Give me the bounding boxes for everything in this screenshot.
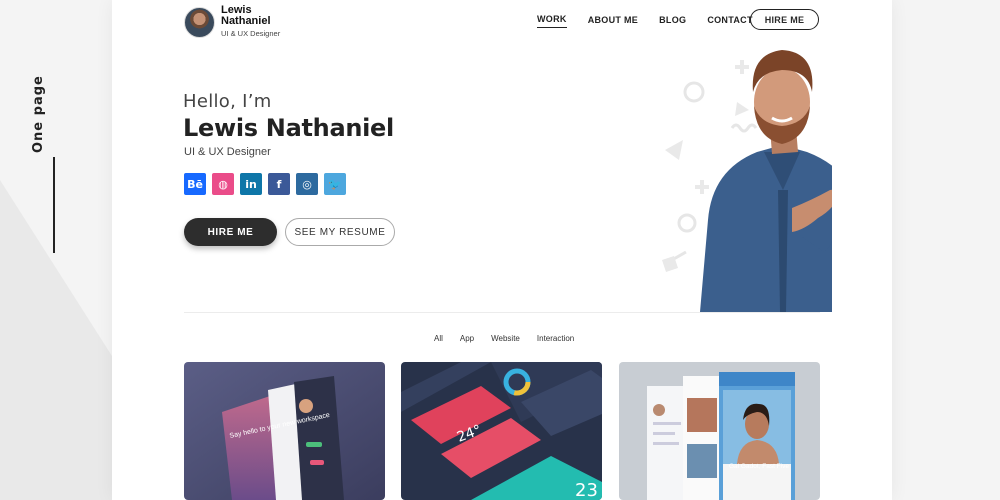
filter-all[interactable]: All: [434, 334, 443, 343]
one-page-text: One page: [31, 75, 46, 153]
portfolio-filters: All App Website Interaction: [434, 334, 591, 343]
page-card: Lewis Nathaniel UI & UX Designer WORK AB…: [112, 0, 892, 500]
instagram-icon[interactable]: ◎: [296, 173, 318, 195]
side-vertical-line: [53, 157, 55, 253]
main-nav: WORK ABOUT ME BLOG CONTACT: [537, 14, 774, 28]
portfolio-item-1-image: Say hello to your new workspace: [184, 362, 385, 500]
twitter-icon[interactable]: 🐦: [324, 173, 346, 195]
dribbble-icon[interactable]: ◍: [212, 173, 234, 195]
hero-portrait-illustration: [662, 50, 832, 312]
nav-contact[interactable]: CONTACT: [707, 15, 752, 28]
social-links: Bē ◍ in f ◎ 🐦: [184, 173, 352, 195]
thumb2-number: 23: [575, 480, 598, 500]
brand-role: UI & UX Designer: [221, 29, 281, 38]
filter-interaction[interactable]: Interaction: [537, 334, 574, 343]
portfolio-item-3-image: Gal Gadot, Fast Five: [619, 362, 820, 500]
brand-name: Lewis Nathaniel: [221, 4, 271, 27]
hero-greeting: Hello, I’m: [183, 91, 272, 112]
one-page-side-label: One page: [23, 75, 83, 255]
nav-blog[interactable]: BLOG: [659, 15, 686, 28]
portfolio-item-2[interactable]: 24° 23: [401, 362, 602, 500]
nav-work[interactable]: WORK: [537, 14, 567, 28]
portfolio-item-3[interactable]: Gal Gadot, Fast Five: [619, 362, 820, 500]
see-my-resume-button[interactable]: SEE MY RESUME: [285, 218, 395, 246]
linkedin-icon[interactable]: in: [240, 173, 262, 195]
hire-me-button[interactable]: HIRE ME: [184, 218, 277, 246]
behance-icon[interactable]: Bē: [184, 173, 206, 195]
hero-name: Lewis Nathaniel: [183, 114, 394, 142]
thumb3-caption: Gal Gadot, Fast Five: [729, 463, 789, 470]
portfolio-item-1[interactable]: Say hello to your new workspace: [184, 362, 385, 500]
brand-text: Lewis Nathaniel UI & UX Designer: [221, 5, 281, 39]
section-divider: [184, 312, 820, 313]
nav-about-me[interactable]: ABOUT ME: [588, 15, 638, 28]
header-hire-me-button[interactable]: HIRE ME: [750, 9, 819, 30]
filter-website[interactable]: Website: [491, 334, 520, 343]
facebook-icon[interactable]: f: [268, 173, 290, 195]
hero-role: UI & UX Designer: [184, 146, 271, 158]
portfolio-grid: Say hello to your new workspace 24° 23 G…: [184, 362, 820, 500]
brand[interactable]: Lewis Nathaniel UI & UX Designer: [184, 5, 281, 39]
filter-app[interactable]: App: [460, 334, 474, 343]
portfolio-item-2-image: 24° 23: [401, 362, 602, 500]
avatar: [184, 6, 215, 38]
